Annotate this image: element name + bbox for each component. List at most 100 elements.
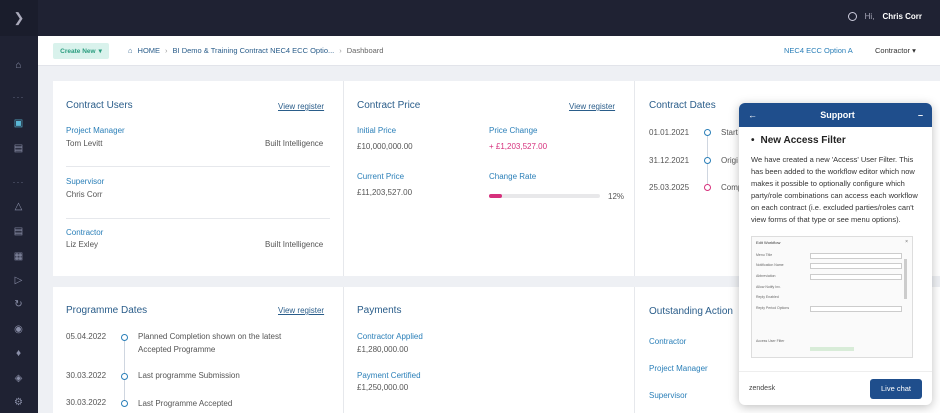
programme-label: Planned Completion shown on the latest xyxy=(138,332,282,341)
media-icon[interactable]: ▷ xyxy=(12,274,25,287)
support-footer: zendesk Live chat xyxy=(739,371,932,405)
screenshot-title: Edit Workflow xyxy=(756,240,781,245)
column-divider xyxy=(634,81,635,276)
settings-icon[interactable]: ⚙ xyxy=(12,396,25,409)
support-widget: ← Support – • New Access Filter We have … xyxy=(739,103,932,405)
screenshot-row-label: Abbreviation xyxy=(756,274,776,278)
notification-icon[interactable] xyxy=(847,12,857,21)
initial-price-label: Initial Price xyxy=(357,126,397,135)
date-value: 25.03.2025 xyxy=(649,183,690,192)
contract-dates-title: Contract Dates xyxy=(649,100,716,111)
timeline-dot xyxy=(121,334,128,341)
column-divider xyxy=(343,81,344,276)
contract-users-title: Contract Users xyxy=(66,100,133,111)
sidebar: ⌂ ··· ▣ ▤ ··· △ ▤ ▦ ▷ ↻ ◉ ♦ ◈ ⚙ xyxy=(0,36,38,413)
user-company: Built Intelligence xyxy=(265,139,324,148)
timeline-line xyxy=(124,339,125,405)
close-icon: × xyxy=(905,239,908,245)
team-icon[interactable]: ♦ xyxy=(12,347,25,360)
user-menu[interactable]: Hi, Chris Corr xyxy=(847,12,922,21)
contract-users-register-link[interactable]: View register xyxy=(278,102,324,111)
timeline-dot xyxy=(704,157,711,164)
breadcrumb-bar: Create New ▾ ⌂ HOME › BI Demo & Training… xyxy=(38,36,940,66)
change-rate-fill xyxy=(489,194,503,198)
screenshot-tag xyxy=(810,347,854,351)
screenshot-row-label: Reply Enabled xyxy=(756,295,779,299)
home-icon[interactable]: ⌂ xyxy=(12,59,25,72)
more-dots-icon: ··· xyxy=(12,92,25,102)
user-name: Tom Levitt xyxy=(66,139,103,148)
live-chat-button[interactable]: Live chat xyxy=(870,378,922,399)
create-new-label: Create New xyxy=(60,47,96,55)
calendar-icon[interactable]: ▦ xyxy=(12,250,25,263)
timeline-dot xyxy=(121,373,128,380)
outstanding-party[interactable]: Project Manager xyxy=(649,364,708,373)
change-rate-bar xyxy=(489,194,600,198)
outstanding-actions-title: Outstanding Action xyxy=(649,306,733,317)
timeline-dot xyxy=(121,400,128,407)
back-arrow-icon[interactable]: ← xyxy=(748,110,757,120)
screenshot-field xyxy=(810,306,902,312)
outstanding-party[interactable]: Contractor xyxy=(649,337,686,346)
payment-certified-label: Payment Certified xyxy=(357,371,421,380)
support-header: ← Support – xyxy=(739,103,932,127)
dashboard-icon[interactable]: ▣ xyxy=(12,117,25,130)
contractor-applied-label: Contractor Applied xyxy=(357,332,423,341)
contract-price-title: Contract Price xyxy=(357,100,421,111)
breadcrumb-contract[interactable]: BI Demo & Training Contract NEC4 ECC Opt… xyxy=(173,46,335,55)
contractor-applied-value: £1,280,000.00 xyxy=(357,345,409,354)
contract-price-register-link[interactable]: View register xyxy=(569,102,615,111)
support-title: Support xyxy=(820,110,855,120)
tag-icon[interactable]: ◈ xyxy=(12,372,25,385)
document-icon[interactable]: ▤ xyxy=(12,225,25,238)
programme-label: Last programme Submission xyxy=(138,371,240,380)
breadcrumb-current: Dashboard xyxy=(346,46,384,55)
column-divider xyxy=(634,287,635,413)
role-selector[interactable]: Contractor ▾ xyxy=(875,46,916,55)
sync-icon[interactable]: ↻ xyxy=(12,298,25,311)
chevron-right-icon: › xyxy=(165,46,168,55)
support-article: • New Access Filter We have created a ne… xyxy=(739,127,932,366)
user-name[interactable]: Chris Corr xyxy=(882,12,922,21)
breadcrumb: ⌂ HOME › BI Demo & Training Contract NEC… xyxy=(128,46,383,55)
chart-icon[interactable]: ▤ xyxy=(12,142,25,155)
location-icon[interactable]: ◉ xyxy=(12,323,25,336)
payments-title: Payments xyxy=(357,305,402,316)
programme-label-line2: Accepted Programme xyxy=(138,345,216,354)
article-heading-text: New Access Filter xyxy=(760,135,846,146)
row-divider xyxy=(66,218,330,219)
article-heading: • New Access Filter xyxy=(751,135,920,146)
payment-certified-value: £1,250,000.00 xyxy=(357,383,409,392)
zendesk-logo: zendesk xyxy=(749,385,776,392)
date-value: 31.12.2021 xyxy=(649,156,690,165)
bullet-icon: • xyxy=(751,135,755,146)
initial-price-value: £10,000,000.00 xyxy=(357,142,413,151)
breadcrumb-home[interactable]: HOME xyxy=(138,46,161,55)
programme-date: 30.03.2022 xyxy=(66,398,107,407)
warning-icon[interactable]: △ xyxy=(12,200,25,213)
screenshot-row-label: Access User Filter xyxy=(756,339,785,343)
role-label: Contractor xyxy=(875,46,911,55)
user-name: Liz Exley xyxy=(66,240,99,249)
screenshot-row-label: Menu Title xyxy=(756,253,773,257)
column-divider xyxy=(343,287,344,413)
current-price-value: £11,203,527.00 xyxy=(357,188,413,197)
screenshot-field xyxy=(810,253,902,259)
programme-date: 30.03.2022 xyxy=(66,371,107,380)
screenshot-row-label: Allow Notify Inv. xyxy=(756,285,781,289)
create-new-button[interactable]: Create New ▾ xyxy=(53,43,109,59)
expand-menu-icon[interactable]: ❯ xyxy=(0,0,38,36)
current-price-label: Current Price xyxy=(357,172,405,181)
user-name: Chris Corr xyxy=(66,190,103,199)
programme-register-link[interactable]: View register xyxy=(278,306,324,315)
change-rate-label: Change Rate xyxy=(489,172,537,181)
date-label: Origi xyxy=(721,156,738,165)
contract-type-link[interactable]: NEC4 ECC Option A xyxy=(784,46,853,55)
chevron-down-icon: ▾ xyxy=(98,48,102,55)
screenshot-row-label: Reply Period Options xyxy=(756,306,790,310)
minimize-icon[interactable]: – xyxy=(918,110,923,120)
more-dots-icon: ··· xyxy=(12,177,25,187)
change-rate-value: 12% xyxy=(608,192,625,201)
outstanding-party[interactable]: Supervisor xyxy=(649,391,687,400)
chevron-right-icon: › xyxy=(339,46,342,55)
